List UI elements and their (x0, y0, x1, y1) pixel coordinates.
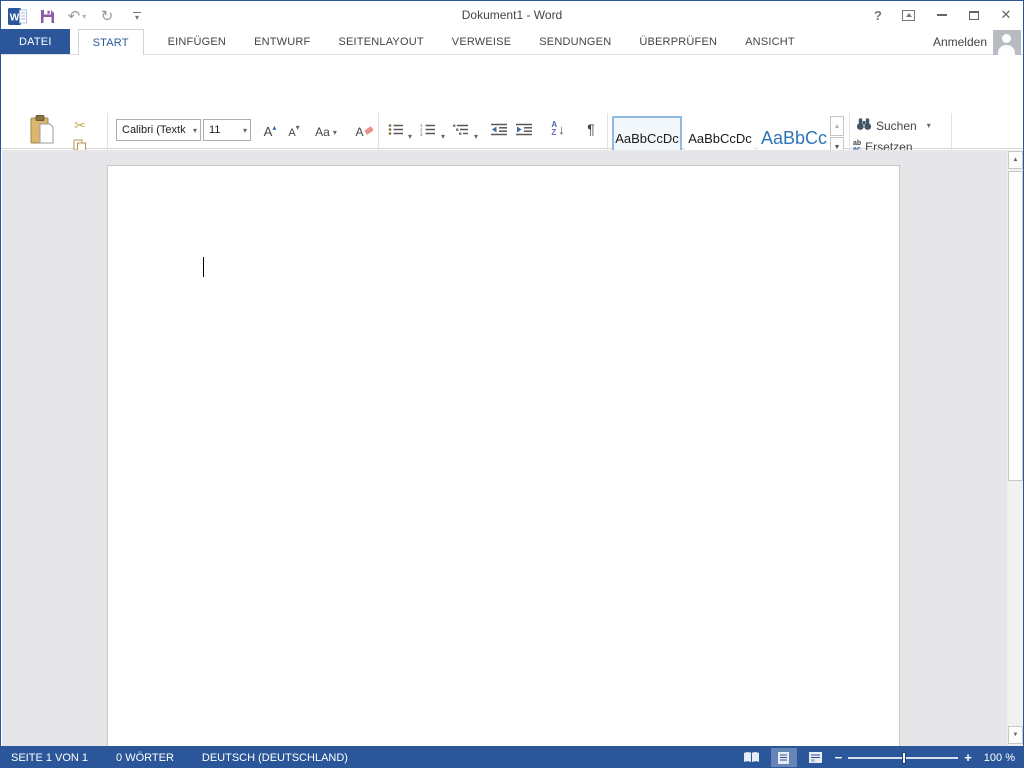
font-size-select[interactable]: 11 ▾ (203, 119, 251, 141)
eraser-icon (364, 126, 373, 135)
close-button[interactable]: ✕ (991, 1, 1021, 29)
find-button[interactable]: Suchen ▾ (856, 117, 931, 134)
multilevel-list-icon[interactable] (451, 121, 471, 137)
font-size-dropdown-icon: ▾ (243, 126, 247, 135)
document-area[interactable] (2, 150, 1007, 746)
ribbon-tab-row: DATEI START EINFÜGEN ENTWURF SEITENLAYOU… (1, 29, 1023, 55)
styles-scroll-up-icon[interactable]: ▲ (830, 116, 844, 136)
clear-formatting-button[interactable]: A (353, 119, 375, 140)
document-page[interactable] (107, 165, 900, 746)
ribbon-display-icon (902, 10, 915, 21)
help-button[interactable]: ? (863, 1, 893, 29)
tab-start[interactable]: START (78, 29, 144, 55)
tab-sendungen[interactable]: SENDUNGEN (525, 29, 625, 54)
statusbar-right: − + 100 % (739, 746, 1015, 768)
scrollbar-thumb[interactable] (1008, 171, 1023, 481)
language-indicator[interactable]: DEUTSCH (DEUTSCHLAND) (188, 752, 362, 764)
minimize-button[interactable] (927, 1, 957, 29)
find-dropdown-icon[interactable]: ▾ (927, 121, 931, 130)
maximize-icon (969, 11, 979, 20)
decrease-indent-icon[interactable] (488, 121, 510, 137)
bullets-dropdown-icon[interactable]: ▾ (405, 121, 415, 142)
multilevel-dropdown-icon[interactable]: ▾ (471, 121, 481, 142)
maximize-button[interactable] (959, 1, 989, 29)
web-layout-icon[interactable] (803, 748, 829, 767)
sort-icon[interactable]: AZ ↓ (546, 119, 570, 139)
word-window: W ↶ ▾ ↻ ▾ Dokume (0, 0, 1024, 768)
read-mode-icon[interactable] (739, 748, 765, 767)
increase-indent-icon[interactable] (513, 121, 535, 137)
minimize-icon (937, 14, 947, 16)
binoculars-icon (856, 117, 872, 134)
numbering-icon[interactable]: 1 2 3 (418, 121, 438, 137)
title-bar: W ↶ ▾ ↻ ▾ Dokume (1, 1, 1023, 29)
tab-ueberpruefen[interactable]: ÜBERPRÜFEN (625, 29, 731, 54)
tab-entwurf[interactable]: ENTWURF (240, 29, 324, 54)
shrink-font-button[interactable]: A▾ (283, 119, 305, 140)
status-bar: SEITE 1 VON 1 0 WÖRTER DEUTSCH (DEUTSCHL… (1, 746, 1023, 768)
cut-icon[interactable]: ✂ (69, 116, 91, 134)
zoom-slider[interactable] (848, 757, 958, 759)
vertical-scrollbar[interactable]: ▲ ▼ (1007, 150, 1024, 746)
scroll-up-icon[interactable]: ▲ (1008, 151, 1023, 169)
sign-in-link[interactable]: Anmelden (933, 29, 987, 55)
zoom-slider-handle[interactable] (902, 752, 906, 764)
bullets-icon[interactable] (386, 121, 406, 137)
print-layout-icon[interactable] (771, 748, 797, 767)
tab-datei[interactable]: DATEI (1, 29, 70, 54)
font-name-dropdown-icon: ▾ (193, 126, 197, 135)
svg-text:3: 3 (420, 132, 423, 136)
grow-font-button[interactable]: A▴ (259, 119, 281, 140)
account-avatar[interactable] (993, 30, 1021, 55)
tab-seitenlayout[interactable]: SEITENLAYOUT (324, 29, 437, 54)
text-cursor (203, 257, 204, 277)
zoom-level[interactable]: 100 % (984, 752, 1015, 764)
tab-einfuegen[interactable]: EINFÜGEN (154, 29, 240, 54)
scroll-down-icon[interactable]: ▼ (1008, 726, 1023, 744)
zoom-out-icon[interactable]: − (835, 753, 843, 763)
page-indicator[interactable]: SEITE 1 VON 1 (1, 752, 102, 764)
show-paragraph-marks-icon[interactable]: ¶ (581, 119, 601, 139)
tab-ansicht[interactable]: ANSICHT (731, 29, 809, 54)
word-count[interactable]: 0 WÖRTER (102, 752, 188, 764)
change-case-button[interactable]: Aa▾ (311, 119, 341, 140)
ribbon-display-options-button[interactable] (893, 1, 923, 29)
numbering-dropdown-icon[interactable]: ▾ (438, 121, 448, 142)
ribbon: Einfügen ▾ ✂ Zwischenablage ↘ Calibri (T… (1, 55, 1023, 149)
font-name-select[interactable]: Calibri (Textk ▾ (116, 119, 201, 141)
tab-verweise[interactable]: VERWEISE (438, 29, 525, 54)
clipboard-icon (28, 115, 58, 153)
zoom-in-icon[interactable]: + (964, 753, 972, 763)
